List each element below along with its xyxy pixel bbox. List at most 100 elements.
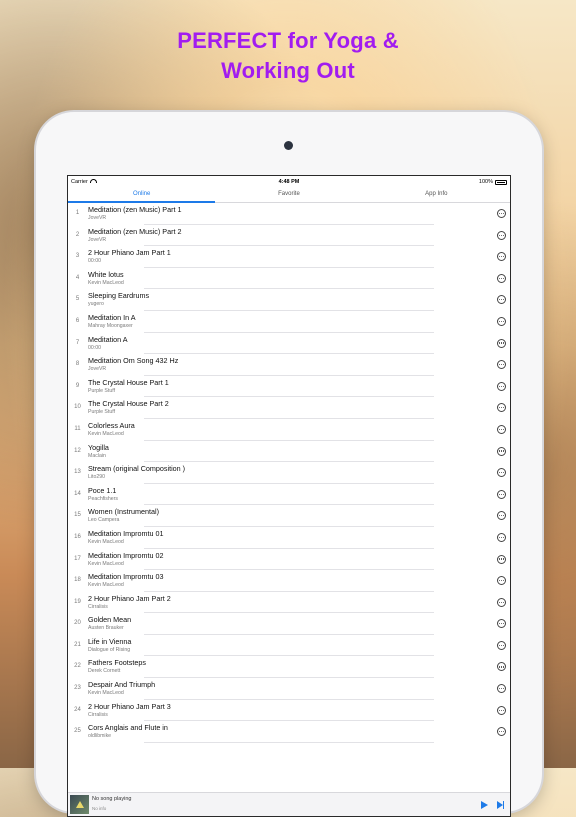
more-options-icon[interactable] xyxy=(497,684,506,694)
tab-online[interactable]: Online xyxy=(68,188,216,203)
song-title: Meditation Impromtu 03 xyxy=(88,572,164,582)
more-options-icon[interactable] xyxy=(497,489,506,499)
song-title: Meditation (zen Music) Part 1 xyxy=(88,205,182,214)
tab-favorite[interactable]: Favorite xyxy=(215,188,362,202)
song-artist: Kevin MacLeod xyxy=(88,279,124,286)
song-row[interactable]: 7 Meditation A 00:00 xyxy=(68,333,510,355)
more-options-icon[interactable] xyxy=(497,403,506,413)
play-icon[interactable] xyxy=(481,801,488,809)
song-artist: 00:00 xyxy=(88,344,101,351)
song-row[interactable]: 17 Meditation Impromtu 02 Kevin MacLeod xyxy=(68,549,510,571)
more-options-icon[interactable] xyxy=(497,619,506,629)
song-title: 2 Hour Phiano Jam Part 2 xyxy=(88,593,171,603)
tab-bar: Online Favorite App Info xyxy=(68,188,510,203)
song-number: 13 xyxy=(74,469,81,476)
song-artist: JoveVR xyxy=(88,236,107,243)
app-logo-icon xyxy=(75,801,84,808)
now-playing-subtitle: No info xyxy=(92,806,107,811)
song-artist: 00:00 xyxy=(88,258,101,265)
song-row[interactable]: 11 Colorless Aura Kevin MacLeod xyxy=(68,419,510,441)
song-title: Poce 1.1 xyxy=(88,485,117,495)
more-options-icon[interactable] xyxy=(497,295,506,305)
more-options-icon[interactable] xyxy=(497,554,506,564)
song-title: Women (Instrumental) xyxy=(88,507,159,517)
song-row[interactable]: 21 Life in Vienna Dialogue of Rising xyxy=(68,635,510,657)
album-art xyxy=(70,795,89,814)
song-row[interactable]: 3 2 Hour Phiano Jam Part 1 00:00 xyxy=(68,246,510,268)
more-options-icon[interactable] xyxy=(497,597,506,607)
more-options-icon[interactable] xyxy=(497,705,506,715)
song-row[interactable]: 14 Poce 1.1 Peachfishers xyxy=(68,484,510,506)
song-artist: Kevin MacLeod xyxy=(88,560,124,567)
song-title: White lotus xyxy=(88,269,124,279)
song-number: 19 xyxy=(74,598,81,605)
song-row[interactable]: 16 Meditation Impromtu 01 Kevin MacLeod xyxy=(68,527,510,549)
song-row[interactable]: 13 Stream (original Composition ) Lito290 xyxy=(68,462,510,484)
more-options-icon[interactable] xyxy=(497,381,506,391)
more-options-icon[interactable] xyxy=(497,511,506,521)
song-row[interactable]: 15 Women (Instrumental) Leo Campera xyxy=(68,505,510,527)
song-title: Sleeping Eardrums xyxy=(88,291,150,301)
song-number: 21 xyxy=(74,641,81,648)
song-number: 25 xyxy=(74,728,81,735)
skip-next-icon[interactable] xyxy=(496,801,504,809)
song-number: 16 xyxy=(74,533,81,540)
song-row[interactable]: 6 Meditation In A Mahray Moongaxer xyxy=(68,311,510,333)
song-artist: Peachfishers xyxy=(88,495,118,502)
song-row[interactable]: 23 Despair And Triumph Kevin MacLeod xyxy=(68,678,510,700)
more-options-icon[interactable] xyxy=(497,576,506,586)
song-row[interactable]: 19 2 Hour Phiano Jam Part 2 Cirralisis xyxy=(68,592,510,614)
song-row[interactable]: 4 White lotus Kevin MacLeod xyxy=(68,268,510,290)
song-artist: oldlibmike xyxy=(88,733,112,740)
song-artist: Leo Campera xyxy=(88,517,120,524)
song-title: Meditation Om Song 432 Hz xyxy=(88,356,179,366)
song-row[interactable]: 20 Golden Mean Austen Brauker xyxy=(68,613,510,635)
song-list: 1 Meditation (zen Music) Part 1 JoveVR 2 Med… xyxy=(68,203,510,743)
song-artist: Mahray Moongaxer xyxy=(88,322,133,329)
tab-app-info[interactable]: App Info xyxy=(363,188,510,202)
song-row[interactable]: 1 Meditation (zen Music) Part 1 JoveVR xyxy=(68,203,510,225)
more-options-icon[interactable] xyxy=(497,360,506,370)
more-options-icon[interactable] xyxy=(497,316,506,326)
more-options-icon[interactable] xyxy=(497,209,506,218)
song-number: 9 xyxy=(75,382,80,389)
more-options-icon[interactable] xyxy=(497,273,506,283)
more-options-icon[interactable] xyxy=(497,727,506,737)
song-row[interactable]: 25 Cors Anglais and Flute in oldlibmike xyxy=(68,721,510,743)
song-number: 17 xyxy=(74,555,81,562)
song-title: The Crystal House Part 2 xyxy=(88,399,169,409)
song-row[interactable]: 24 2 Hour Phiano Jam Part 3 Cirralisis xyxy=(68,700,510,722)
now-playing-title: No song playing xyxy=(92,796,132,802)
song-row[interactable]: 18 Meditation Impromtu 03 Kevin MacLeod xyxy=(68,570,510,592)
more-options-icon[interactable] xyxy=(497,338,506,348)
more-options-icon[interactable] xyxy=(497,230,506,240)
more-options-icon[interactable] xyxy=(497,640,506,650)
song-number: 24 xyxy=(74,706,81,713)
song-row[interactable]: 8 Meditation Om Song 432 Hz JoveVR xyxy=(68,354,510,376)
song-row[interactable]: 9 The Crystal House Part 1 Purple Stuff xyxy=(68,376,510,398)
song-row[interactable]: 2 Meditation (zen Music) Part 2 JoveVR xyxy=(68,225,510,247)
more-options-icon[interactable] xyxy=(497,662,506,672)
more-options-icon[interactable] xyxy=(497,532,506,542)
song-number: 10 xyxy=(74,404,81,411)
battery-icon xyxy=(495,179,507,185)
song-title: Golden Mean xyxy=(88,615,132,625)
song-artist: yugero xyxy=(88,301,104,308)
more-options-icon[interactable] xyxy=(497,252,506,262)
song-title: Despair And Triumph xyxy=(88,680,156,690)
song-artist: Kevin MacLeod xyxy=(88,538,124,545)
more-options-icon[interactable] xyxy=(497,446,506,456)
more-options-icon[interactable] xyxy=(497,424,506,434)
song-title: 2 Hour Phiano Jam Part 1 xyxy=(88,248,171,258)
song-row[interactable]: 22 Fathers Footsteps Derek Cornett xyxy=(68,656,510,679)
song-number: 15 xyxy=(74,512,81,519)
promo-headline-line1: PERFECT for Yoga & xyxy=(177,28,399,53)
more-options-icon[interactable] xyxy=(497,468,506,478)
now-playing-bar[interactable]: No song playing No info xyxy=(68,792,510,816)
song-row[interactable]: 12 Yogilla Maclain xyxy=(68,441,510,463)
song-row[interactable]: 5 Sleeping Eardrums yugero xyxy=(68,289,510,311)
battery-indicator: 100% xyxy=(479,179,507,185)
song-number: 20 xyxy=(74,620,81,627)
song-row[interactable]: 10 The Crystal House Part 2 Purple Stuff xyxy=(68,397,510,419)
song-number: 6 xyxy=(75,317,80,324)
